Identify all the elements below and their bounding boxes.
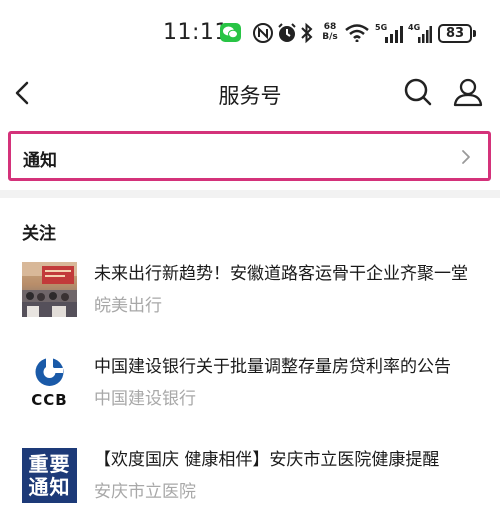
- wechat-icon: [220, 23, 241, 42]
- battery-icon: 83: [438, 24, 472, 43]
- feed-thumbnail-photo: [22, 262, 77, 317]
- notice-thumbnail-line2: 通知: [28, 475, 71, 499]
- feed-item-title: 中国建设银行关于批量调整存量房贷利率的公告: [94, 357, 451, 377]
- chevron-right-icon: [462, 150, 470, 164]
- bluetooth-icon: [301, 22, 313, 44]
- notice-row[interactable]: 通知: [8, 131, 491, 181]
- back-icon[interactable]: [10, 78, 38, 108]
- notice-thumbnail: 重要 通知: [22, 448, 77, 503]
- network-speed-unit: B/s: [322, 32, 338, 42]
- feed-item-source: 中国建设银行: [94, 389, 196, 409]
- alarm-icon: [278, 23, 296, 42]
- feed-item-title: 未来出行新趋势！安徽道路客运骨干企业齐聚一堂: [94, 264, 468, 284]
- notice-label: 通知: [23, 151, 57, 171]
- feed-item-source: 安庆市立医院: [94, 482, 196, 502]
- section-divider: [0, 190, 500, 198]
- search-icon[interactable]: [402, 76, 434, 108]
- status-bar: 11:11 68 B/s 5G 4G 83: [0, 0, 500, 68]
- feed-item[interactable]: CCB 中国建设银行关于批量调整存量房贷利率的公告 中国建设银行: [0, 355, 500, 441]
- feed-item-title: 【欢度国庆 健康相伴】安庆市立医院健康提醒: [94, 450, 440, 470]
- section-title: 关注: [22, 224, 56, 244]
- ccb-logo-text: CCB: [31, 391, 68, 409]
- wifi-icon: [345, 24, 369, 42]
- signal-icon-2: [418, 26, 432, 43]
- feed-item[interactable]: 重要 通知 【欢度国庆 健康相伴】安庆市立医院健康提醒 安庆市立医院: [0, 448, 500, 517]
- nfc-icon: [253, 23, 273, 43]
- ccb-logo: CCB: [22, 355, 77, 410]
- notice-thumbnail-line1: 重要: [28, 452, 71, 476]
- network-speed: 68 B/s: [319, 22, 341, 42]
- feed-item[interactable]: 未来出行新趋势！安徽道路客运骨干企业齐聚一堂 皖美出行: [0, 262, 500, 348]
- battery-tip: [473, 30, 476, 37]
- feed-item-source: 皖美出行: [94, 296, 162, 316]
- user-icon[interactable]: [452, 76, 484, 108]
- network-speed-value: 68: [323, 22, 337, 32]
- battery-level: 83: [445, 26, 465, 41]
- signal-icon: [385, 26, 403, 43]
